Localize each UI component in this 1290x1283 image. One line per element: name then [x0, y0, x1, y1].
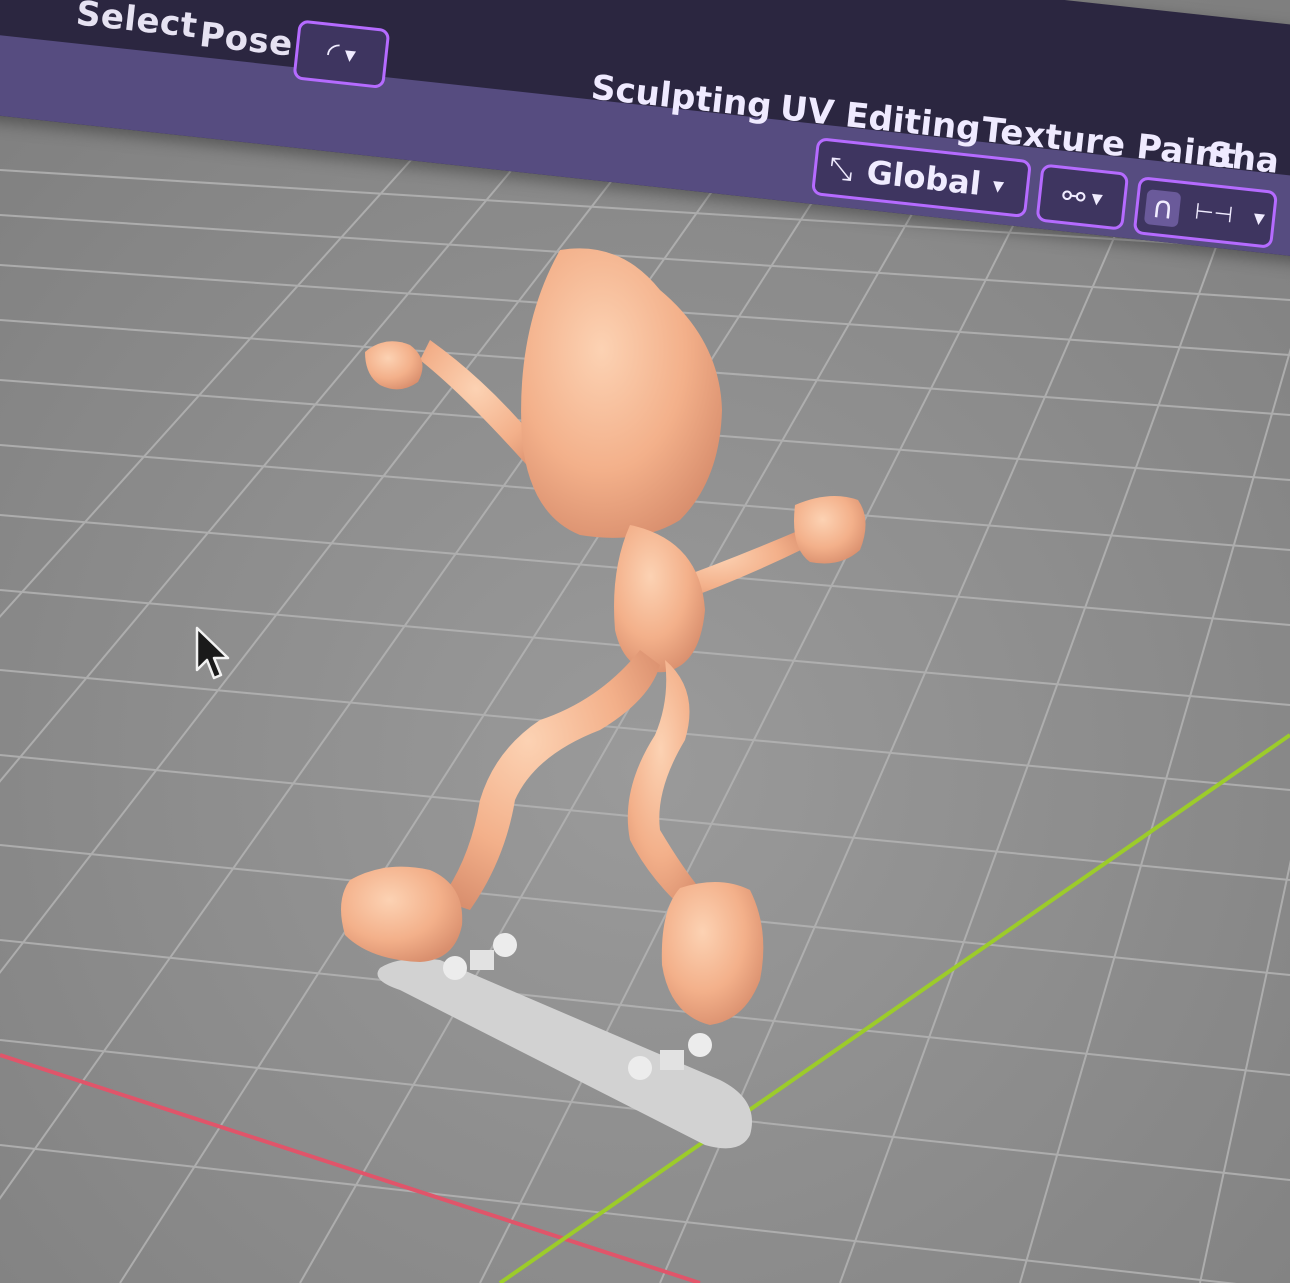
- chevron-down-icon: ▾: [343, 42, 358, 69]
- tab-shading[interactable]: Sha: [1206, 134, 1282, 182]
- chevron-down-icon: ▾: [1252, 205, 1266, 232]
- link-icon: ⚯: [1060, 178, 1088, 214]
- pivot-point-dropdown[interactable]: ⚯ ▾: [1035, 163, 1130, 231]
- snap-increment-icon[interactable]: ⊢⊣: [1193, 199, 1234, 228]
- mouse-pointer-icon: [195, 626, 230, 680]
- curve-icon: ◜: [325, 35, 341, 72]
- menu-select[interactable]: Select: [74, 0, 199, 46]
- magnet-icon[interactable]: ∩: [1144, 188, 1182, 228]
- transform-orientation-icon: ⤡: [827, 150, 855, 188]
- transform-orientation-value: Global: [864, 152, 983, 203]
- chevron-down-icon: ▾: [991, 172, 1006, 199]
- chevron-down-icon: ▾: [1090, 185, 1104, 212]
- curve-mode-dropdown[interactable]: ◜ ▾: [292, 19, 391, 90]
